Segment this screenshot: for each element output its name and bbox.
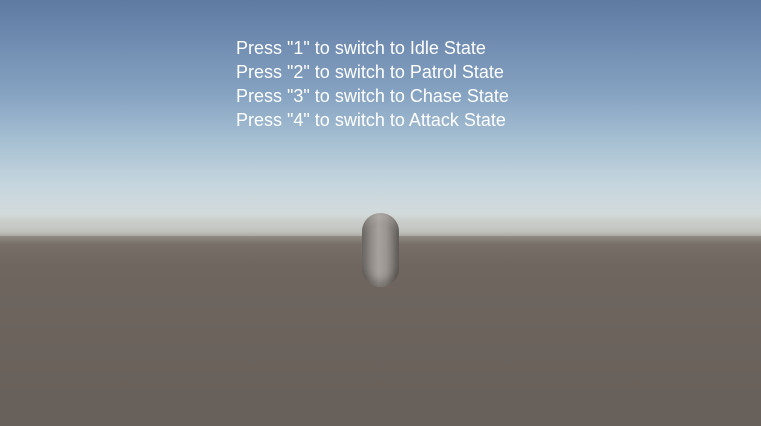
instruction-patrol: Press "2" to switch to Patrol State <box>236 62 504 82</box>
state-instructions: Press "1" to switch to Idle State Press … <box>236 36 556 132</box>
game-viewport[interactable]: Press "1" to switch to Idle State Press … <box>0 0 761 426</box>
instruction-chase: Press "3" to switch to Chase State <box>236 86 509 106</box>
instruction-idle: Press "1" to switch to Idle State <box>236 38 486 58</box>
instruction-attack: Press "4" to switch to Attack State <box>236 110 506 130</box>
capsule-character <box>362 213 399 287</box>
